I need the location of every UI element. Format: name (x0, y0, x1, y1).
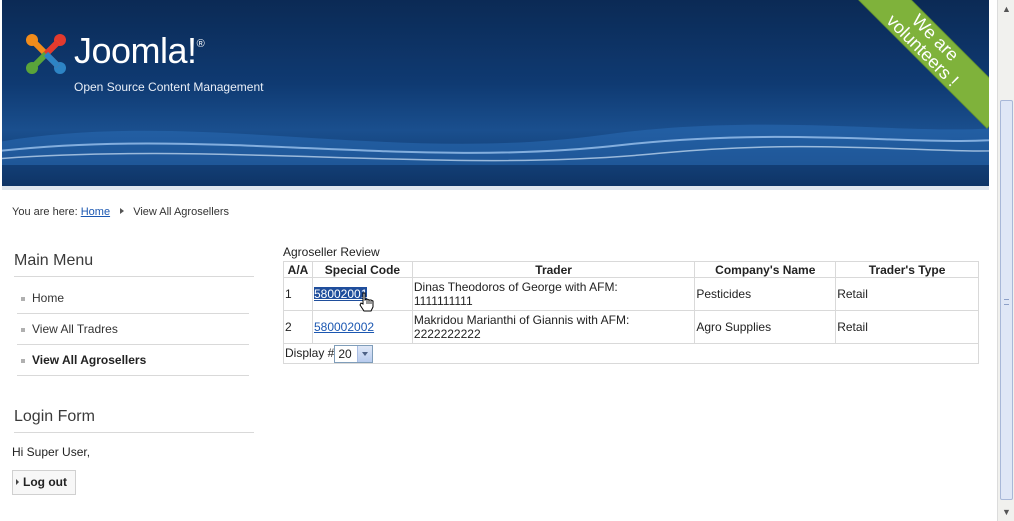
display-count-select[interactable]: 20 (334, 344, 374, 363)
login-greeting: Hi Super User, (12, 445, 91, 459)
logout-button[interactable]: Log out (12, 470, 76, 495)
site-header: Joomla!® Open Source Content Management … (2, 0, 989, 186)
trader-line-1: Dinas Theodoros of George with AFM: (413, 280, 618, 294)
breadcrumb-prefix: You are here: (12, 206, 78, 218)
table-header-row: A/A Special Code Trader Company's Name T… (283, 261, 979, 278)
main-menu: Home View All Tradres View All Agroselle… (17, 283, 249, 376)
breadcrumb-separator-icon (120, 208, 125, 214)
login-form-title: Login Form (14, 408, 254, 433)
column-header-special-code[interactable]: Special Code (311, 261, 413, 278)
table-footer-row: Display #20 (283, 343, 979, 364)
cell-trader-type: Retail (835, 310, 979, 344)
review-title: Agroseller Review (283, 245, 380, 259)
breadcrumb-current: View All Agrosellers (133, 206, 229, 218)
cell-trader: Dinas Theodoros of George with AFM: 11111… (411, 277, 696, 311)
display-count-cell: Display #20 (283, 343, 979, 364)
cell-trader: Makridou Marianthi of Giannis with AFM: 2… (411, 310, 696, 344)
vertical-scrollbar[interactable]: ▲ ▼ (997, 0, 1014, 521)
agroseller-table: A/A Special Code Trader Company's Name T… (283, 261, 979, 364)
column-header-aa[interactable]: A/A (283, 261, 313, 278)
joomla-logo-icon (26, 34, 66, 74)
breadcrumb-home-link[interactable]: Home (81, 206, 110, 218)
trader-line-2: 2222222222 (413, 327, 481, 341)
column-header-trader-type[interactable]: Trader's Type (835, 261, 979, 278)
brand-name: Joomla!® (74, 30, 205, 71)
cell-trader-type: Retail (835, 277, 979, 311)
table-row: 1 58002001 Dinas Theodoros of George wit… (283, 277, 979, 311)
column-header-company-name[interactable]: Company's Name (694, 261, 837, 278)
chevron-right-icon (16, 479, 19, 485)
cell-special-code: 580002002 (311, 310, 413, 344)
cell-company: Pesticides (694, 277, 837, 311)
scrollbar-grip-icon (1004, 299, 1009, 305)
cell-aa: 2 (283, 310, 313, 344)
column-header-trader[interactable]: Trader (411, 261, 696, 278)
menu-item-view-all-tradres[interactable]: View All Tradres (17, 314, 249, 345)
trader-line-2: 1111111111 (413, 294, 473, 308)
brand-tagline: Open Source Content Management (74, 80, 264, 94)
menu-item-view-all-agrosellers[interactable]: View All Agrosellers (17, 345, 249, 376)
header-wave-decoration (2, 124, 989, 165)
chevron-down-icon[interactable] (357, 345, 373, 362)
trader-line-1: Makridou Marianthi of Giannis with AFM: (413, 313, 630, 327)
cell-aa: 1 (283, 277, 313, 311)
special-code-link[interactable]: 580002002 (314, 320, 374, 334)
scroll-down-arrow-icon[interactable]: ▼ (1000, 505, 1013, 519)
display-count-label: Display # (285, 345, 335, 360)
breadcrumb: You are here: Home View All Agrosellers (12, 206, 229, 218)
scroll-up-arrow-icon[interactable]: ▲ (1000, 2, 1013, 16)
hand-cursor-icon (359, 292, 374, 312)
table-row: 2 580002002 Makridou Marianthi of Gianni… (283, 310, 979, 344)
header-divider (2, 186, 989, 190)
menu-item-home[interactable]: Home (17, 283, 249, 314)
cell-company: Agro Supplies (694, 310, 837, 344)
main-menu-title: Main Menu (14, 252, 254, 277)
scrollbar-thumb[interactable] (1000, 100, 1013, 500)
